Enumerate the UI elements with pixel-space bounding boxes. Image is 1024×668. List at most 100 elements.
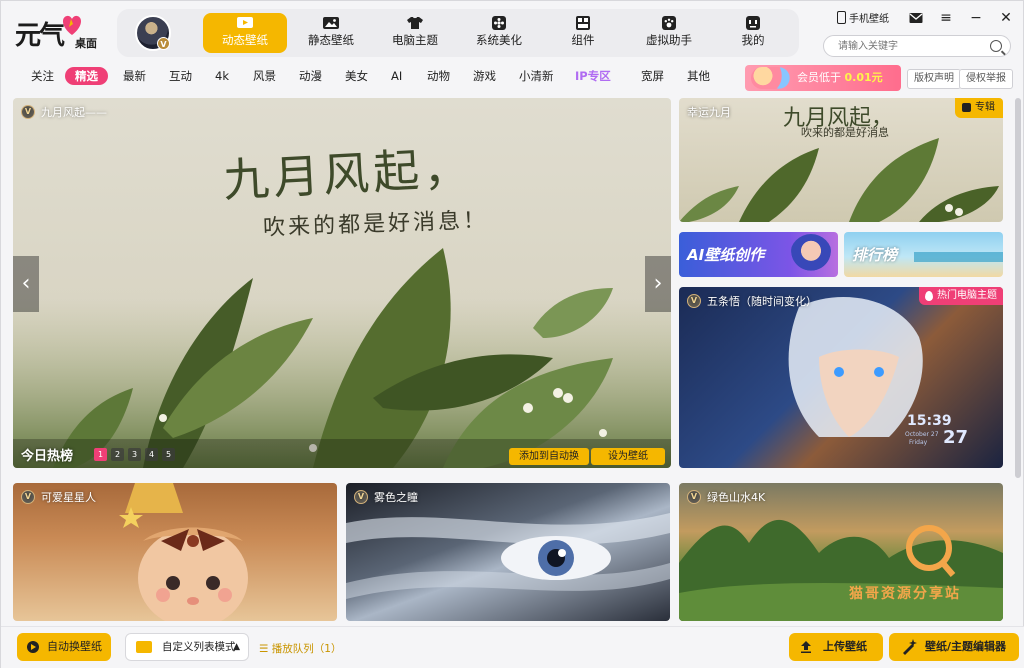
auto-change-label: 自动换壁纸 — [47, 640, 102, 653]
hero-banner[interactable]: V 九月风起—— 九月风起， 吹来的都是好消息！ — [13, 98, 671, 468]
thumbnail-title: 雾色之瞳 — [374, 491, 418, 504]
phone-wallpaper-label: 手机壁纸 — [849, 14, 889, 25]
category-anime[interactable]: 动漫 — [289, 67, 332, 85]
gojo-theme-card[interactable]: V 五条悟（随时间变化） 热门电脑主题 15:39 October 27 Fri… — [679, 287, 1003, 468]
tab-static-wallpaper[interactable]: 静态壁纸 — [289, 13, 373, 53]
watermark-text: 猫哥资源分享站 — [849, 586, 961, 602]
tab-mine[interactable]: 我的 — [711, 13, 795, 53]
category-games[interactable]: 游戏 — [463, 67, 506, 85]
category-animals[interactable]: 动物 — [417, 67, 460, 85]
add-to-auto-change-button[interactable]: 添加到自动换 — [509, 448, 589, 465]
hero-prev-button[interactable]: ‹ — [13, 256, 39, 312]
carousel-dot[interactable]: 2 — [111, 448, 124, 461]
magic-wand-icon — [903, 639, 917, 655]
copyright-button[interactable]: 版权声明 — [907, 69, 961, 89]
list-mode-dropdown[interactable]: 自定义列表模式 ▲ — [125, 633, 249, 661]
clock-day: Friday — [909, 439, 928, 446]
gojo-tag-text: 五条悟（随时间变化） — [707, 295, 817, 308]
promo-text: 会员低于 — [797, 71, 841, 84]
category-interactive[interactable]: 互动 — [159, 67, 202, 85]
ai-wallpaper-card[interactable]: AI壁纸创作 — [679, 232, 838, 277]
carousel-dot[interactable]: 5 — [162, 448, 175, 461]
vip-badge-icon: V — [21, 490, 35, 504]
play-queue-label: 播放队列（1） — [271, 643, 342, 655]
ai-character-art — [790, 234, 832, 276]
category-latest[interactable]: 最新 — [113, 67, 156, 85]
category-4k[interactable]: 4k — [205, 67, 239, 85]
category-beauty[interactable]: 美女 — [335, 67, 378, 85]
image-icon — [323, 17, 339, 29]
category-fresh[interactable]: 小清新 — [509, 67, 564, 85]
category-scenery[interactable]: 风景 — [243, 67, 286, 85]
clock-month: October 27 — [905, 431, 939, 438]
play-queue-link[interactable]: ☰ 播放队列（1） — [259, 641, 341, 656]
report-button[interactable]: 侵权举报 — [959, 69, 1013, 89]
queue-list-icon: ☰ — [259, 643, 272, 655]
tab-virtual-assistant[interactable]: 虚拟助手 — [627, 13, 711, 53]
category-widescreen[interactable]: 宽屏 — [631, 67, 674, 85]
logo-text: 元气 — [15, 21, 65, 51]
upload-label: 上传壁纸 — [823, 640, 867, 653]
tab-label: 静态壁纸 — [308, 33, 354, 47]
tab-label: 组件 — [571, 33, 595, 47]
theme-editor-button[interactable]: 壁纸/主题编辑器 — [889, 633, 1019, 661]
play-icon — [27, 641, 39, 653]
tab-label: 我的 — [741, 33, 765, 47]
vip-badge-icon: V — [687, 294, 701, 308]
minimize-icon[interactable]: − — [967, 9, 985, 27]
album-badge: 专辑 — [955, 98, 1003, 118]
search-icon[interactable] — [990, 40, 1002, 52]
category-ai[interactable]: AI — [381, 67, 412, 85]
thumbnail-card[interactable]: V 雾色之瞳 — [346, 483, 670, 621]
thumbnail-tag: V 雾色之瞳 — [354, 489, 418, 505]
tab-pc-theme[interactable]: 电脑主题 — [373, 13, 457, 53]
tab-label: 虚拟助手 — [646, 33, 692, 47]
vip-badge-icon: V — [687, 490, 701, 504]
close-icon[interactable]: ✕ — [997, 9, 1015, 27]
menu-icon[interactable]: ≡ — [937, 9, 955, 27]
carousel-dot[interactable]: 1 — [94, 448, 107, 461]
vip-promo-banner[interactable]: 会员低于 0.01元 — [745, 65, 901, 91]
search-input[interactable] — [838, 36, 988, 56]
tab-label: 动态壁纸 — [222, 33, 268, 47]
lucky-tag-text: 幸运九月 — [687, 106, 731, 119]
search-box[interactable] — [823, 35, 1011, 57]
hero-next-button[interactable]: › — [645, 256, 671, 312]
hero-heading: 九月风起， — [221, 140, 475, 208]
thumbnail-card[interactable]: V 可爱星星人 — [13, 483, 337, 621]
category-follow[interactable]: 关注 — [21, 67, 64, 85]
hot-theme-badge: 热门电脑主题 — [919, 287, 1003, 305]
category-ip-zone[interactable]: IP专区 — [565, 67, 621, 85]
vip-badge: V — [157, 37, 170, 50]
lucky-september-card[interactable]: 幸运九月 九月风起， 吹来的都是好消息 专辑 — [679, 98, 1003, 222]
category-featured[interactable]: 精选 — [65, 67, 108, 85]
caret-up-icon: ▲ — [233, 642, 240, 652]
list-mode-label: 自定义列表模式 — [162, 641, 236, 653]
app-logo[interactable]: 元气 桌面 — [15, 15, 105, 55]
phone-icon — [837, 11, 846, 24]
set-wallpaper-button[interactable]: 设为壁纸 — [591, 448, 665, 465]
tab-widgets[interactable]: 组件 — [541, 13, 625, 53]
carousel-dot[interactable]: 4 — [145, 448, 158, 461]
content-scrollbar[interactable] — [1015, 98, 1021, 623]
tab-dynamic-wallpaper[interactable]: 动态壁纸 — [203, 13, 287, 53]
auto-change-button[interactable]: 自动换壁纸 — [17, 633, 111, 661]
widget-icon — [576, 16, 590, 30]
ranking-card[interactable]: 排行榜 — [844, 232, 1003, 277]
tab-label: 电脑主题 — [392, 33, 438, 47]
thumbnail-card[interactable]: V 绿色山水4K 猫哥资源分享站 — [679, 483, 1003, 621]
carousel-dot[interactable]: 3 — [128, 448, 141, 461]
upload-wallpaper-button[interactable]: 上传壁纸 — [789, 633, 883, 661]
mail-icon[interactable] — [907, 9, 925, 27]
today-hot-label: 今日热榜 — [21, 449, 74, 464]
thumbnail-title: 绿色山水4K — [707, 491, 766, 504]
phone-wallpaper-link[interactable]: 手机壁纸 — [837, 10, 889, 25]
vip-badge-icon: V — [21, 105, 35, 119]
lucky-subheading: 吹来的都是好消息 — [801, 126, 889, 139]
tab-system-beautify[interactable]: 系统美化 — [457, 13, 541, 53]
category-other[interactable]: 其他 — [677, 67, 720, 85]
thumbnail-tag: V 可爱星星人 — [21, 489, 96, 505]
image-icon — [136, 641, 152, 653]
scrollbar-thumb[interactable] — [1015, 98, 1021, 478]
shirt-icon — [407, 17, 423, 29]
